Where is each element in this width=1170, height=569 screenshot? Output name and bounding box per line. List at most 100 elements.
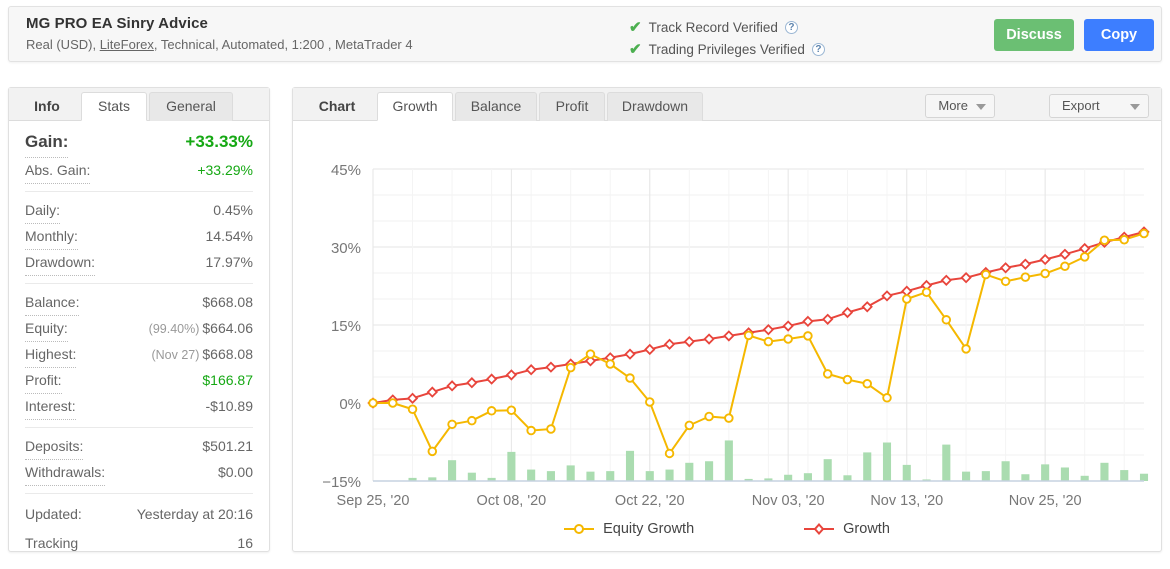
chart-bar xyxy=(1100,462,1109,481)
stat-label: Deposits: xyxy=(25,434,84,460)
divider xyxy=(25,427,253,428)
stat-label: Monthly: xyxy=(25,224,78,250)
tab-info[interactable]: Info xyxy=(19,92,75,121)
chart-bar xyxy=(843,475,852,481)
tab-balance[interactable]: Balance xyxy=(455,92,537,121)
series-marker xyxy=(1139,228,1149,239)
stat-label: Balance: xyxy=(25,290,80,316)
series-marker xyxy=(724,413,734,423)
stat-value-wrap: (99.40%) $664.06 xyxy=(149,316,253,342)
growth-chart: 45% 30% 15% 0% −15% Sep 25, '20 Oct 08, '20 Oct… xyxy=(293,121,1161,551)
series-marker xyxy=(981,269,991,280)
stat-label: Gain: xyxy=(25,127,69,158)
legend-item-growth[interactable]: Growth xyxy=(804,521,890,537)
chart-bar xyxy=(566,465,575,481)
stats-panel: Info Stats General Gain: +33.33% Abs. Ga… xyxy=(8,87,270,552)
copy-button[interactable]: Copy xyxy=(1084,19,1154,51)
chart-bar xyxy=(685,462,694,481)
series-marker xyxy=(1020,272,1031,282)
legend-swatch-diamond-icon xyxy=(804,523,835,535)
chart-bar xyxy=(625,450,635,481)
stat-label: Highest: xyxy=(25,342,77,368)
export-dropdown-button[interactable]: Export xyxy=(1049,94,1149,118)
stat-label: Tracking xyxy=(25,535,79,551)
account-header: MG PRO EA Sinry Advice Real (USD), LiteF… xyxy=(8,6,1162,62)
account-type-text: Real (USD), xyxy=(26,37,100,52)
stat-value: $668.08 xyxy=(202,346,253,362)
tab-general[interactable]: General xyxy=(149,92,233,121)
divider xyxy=(25,283,253,284)
legend-item-equity-growth[interactable]: Equity Growth xyxy=(564,521,694,537)
chart-bar xyxy=(823,459,832,481)
stats-group-gain: Gain: +33.33% Abs. Gain: +33.29% xyxy=(25,127,253,184)
stats-tabbar: Info Stats General xyxy=(9,88,269,121)
discuss-button[interactable]: Discuss xyxy=(994,19,1074,51)
verification-row-track-record: ✔ Track Record Verified ? xyxy=(629,17,825,37)
x-axis-tick-label: Sep 25, '20 xyxy=(337,493,410,509)
series-marker xyxy=(625,373,635,383)
chart-canvas[interactable]: 45% 30% 15% 0% −15% Sep 25, '20 Oct 08, '20 Oct… xyxy=(293,121,1161,519)
account-subtitle: Real (USD), LiteForex, Technical, Automa… xyxy=(26,35,413,54)
stat-value: 0.45% xyxy=(213,202,253,218)
stat-value: $166.87 xyxy=(202,372,253,388)
series-marker xyxy=(368,398,378,408)
account-title: MG PRO EA Sinry Advice xyxy=(26,15,208,32)
trading-privileges-verified-label: Trading Privileges Verified xyxy=(648,41,805,57)
tab-growth[interactable]: Growth xyxy=(377,92,453,121)
chart-tabbar: Chart Growth Balance Profit Drawdown Mor… xyxy=(293,88,1161,121)
tab-profit[interactable]: Profit xyxy=(539,92,605,121)
chart-bar xyxy=(784,474,793,481)
broker-link[interactable]: LiteForex xyxy=(100,37,154,52)
y-axis-tick-label: 0% xyxy=(339,396,361,413)
series-marker xyxy=(743,330,754,341)
series-marker xyxy=(862,379,872,389)
verification-row-trading-privileges: ✔ Trading Privileges Verified ? xyxy=(629,39,825,59)
series-marker xyxy=(565,362,576,373)
series-marker xyxy=(783,334,793,344)
stat-row-updated: Updated: Yesterday at 20:16 xyxy=(25,500,253,529)
legend-swatch-circle-icon xyxy=(564,524,595,534)
y-axis-tick-label: 30% xyxy=(331,240,361,257)
series-marker xyxy=(842,374,853,385)
chart-panel: Chart Growth Balance Profit Drawdown Mor… xyxy=(292,87,1162,552)
more-dropdown-button[interactable]: More xyxy=(925,94,995,118)
account-identity: MG PRO EA Sinry Advice Real (USD), LiteF… xyxy=(26,14,413,54)
series-marker xyxy=(822,369,833,379)
chart-bar xyxy=(724,440,733,481)
stats-list: Gain: +33.33% Abs. Gain: +33.29% Daily: … xyxy=(9,121,269,558)
y-axis-tick-label: 45% xyxy=(331,162,361,179)
stat-row-gain: Gain: +33.33% xyxy=(25,127,253,158)
stat-label: Withdrawals: xyxy=(25,460,106,486)
chart-bar xyxy=(606,471,615,481)
stat-value: $668.08 xyxy=(202,294,253,310)
chart-bar xyxy=(902,464,911,481)
series-marker xyxy=(605,359,615,369)
x-axis-tick-label: Oct 08, '20 xyxy=(477,493,547,509)
help-icon[interactable]: ? xyxy=(811,42,825,56)
track-record-verified-label: Track Record Verified xyxy=(648,19,778,35)
series-marker xyxy=(1099,235,1110,245)
series-marker xyxy=(447,419,457,430)
chart-bar xyxy=(527,469,536,481)
chart-bar xyxy=(467,472,476,481)
stat-label: Updated: xyxy=(25,506,82,522)
chart-legend: Equity Growth Growth xyxy=(293,521,1161,537)
chart-bar xyxy=(546,471,555,481)
stat-row-abs-gain: Abs. Gain: +33.29% xyxy=(25,158,253,184)
tab-chart[interactable]: Chart xyxy=(303,92,371,121)
stat-row-monthly: Monthly: 14.54% xyxy=(25,224,253,250)
stat-value: $501.21 xyxy=(202,438,253,454)
stats-group-meta: Updated: Yesterday at 20:16 Tracking 16 xyxy=(25,500,253,558)
help-icon[interactable]: ? xyxy=(784,20,798,34)
series-marker xyxy=(1040,268,1050,279)
chevron-down-icon xyxy=(976,104,986,110)
stat-label: Drawdown: xyxy=(25,250,96,276)
stat-value: -$10.89 xyxy=(205,398,253,414)
series-marker xyxy=(645,397,655,407)
stats-group-account: Balance: $668.08 Equity: (99.40%) $664.06… xyxy=(25,290,253,420)
stat-value: Yesterday at 20:16 xyxy=(136,506,253,522)
tab-drawdown[interactable]: Drawdown xyxy=(607,92,703,121)
series-marker xyxy=(526,425,536,436)
chart-bar xyxy=(586,471,595,481)
tab-stats[interactable]: Stats xyxy=(81,92,147,121)
